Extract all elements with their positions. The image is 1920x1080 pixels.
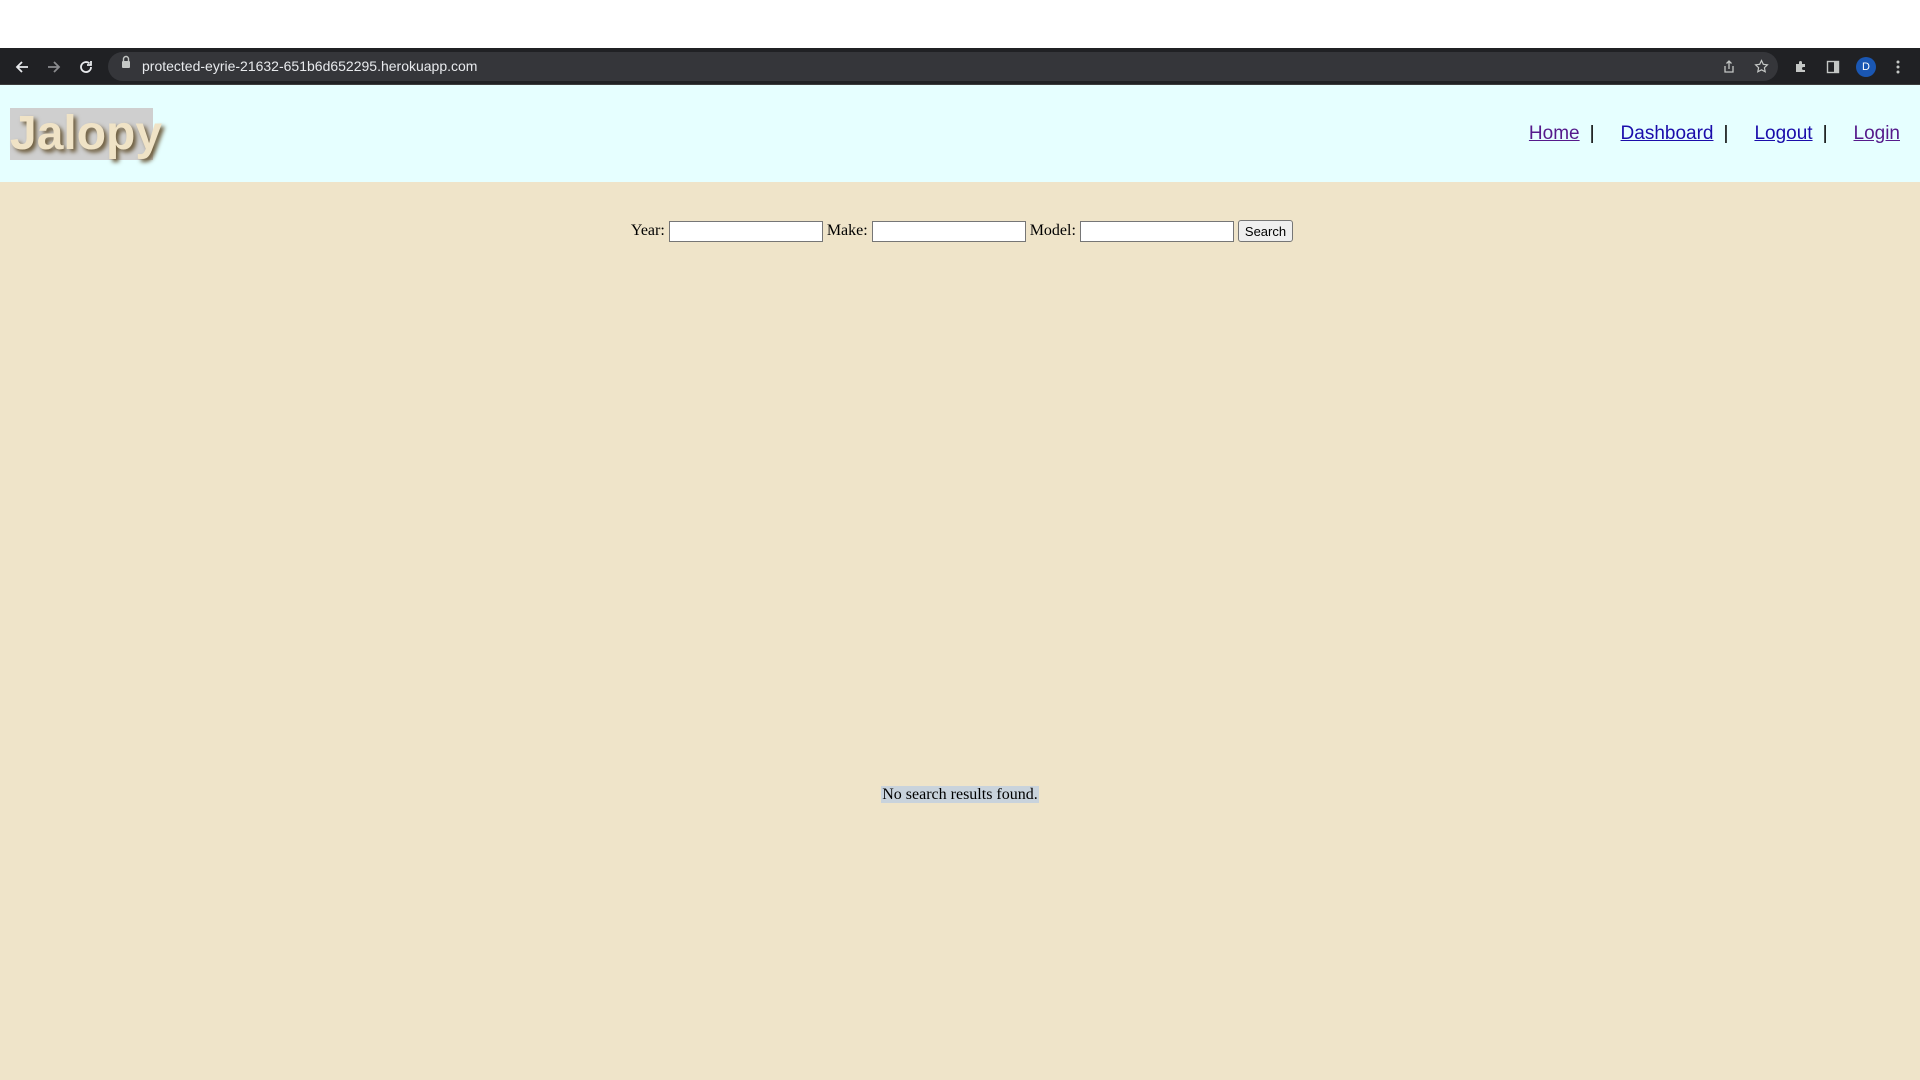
vehicle-search-form: Year: Make: Model: Search xyxy=(0,220,1920,242)
make-label: Make: xyxy=(826,222,868,239)
model-label: Model: xyxy=(1029,222,1076,239)
profile-initial: D xyxy=(1856,56,1876,77)
year-label: Year: xyxy=(630,222,665,239)
side-panel-icon[interactable] xyxy=(1824,48,1842,85)
nav-separator: | xyxy=(1723,122,1729,144)
reload-icon[interactable] xyxy=(74,48,98,85)
kebab-menu-icon[interactable] xyxy=(1890,48,1906,85)
url-text[interactable]: protected-eyrie-21632-651b6d652295.herok… xyxy=(142,48,477,85)
nav-separator: | xyxy=(1822,122,1828,144)
site-logo[interactable]: Jalopy xyxy=(10,108,162,160)
main-content: Year: Make: Model: Search No search resu… xyxy=(0,182,1920,1080)
lock-icon[interactable] xyxy=(120,55,132,69)
nav-separator: | xyxy=(1589,122,1595,144)
make-input[interactable] xyxy=(871,220,1026,242)
no-results-message: No search results found. xyxy=(881,786,1039,803)
forward-arrow-icon[interactable] xyxy=(42,48,66,85)
no-results-container: No search results found. xyxy=(0,786,1920,804)
nav-link-logout[interactable]: Logout xyxy=(1754,123,1812,145)
extensions-puzzle-icon[interactable] xyxy=(1792,48,1810,85)
nav-link-dashboard[interactable]: Dashboard xyxy=(1621,123,1714,145)
year-input[interactable] xyxy=(668,220,823,242)
screen-top-area xyxy=(0,0,1920,48)
nav-link-home[interactable]: Home xyxy=(1529,123,1580,145)
back-arrow-icon[interactable] xyxy=(10,48,34,85)
bookmark-star-icon[interactable] xyxy=(1752,48,1770,85)
site-nav: Home | Dashboard | Logout | Login xyxy=(1529,85,1900,182)
site-header: Jalopy Home | Dashboard | Logout | Login xyxy=(0,85,1920,182)
search-button[interactable]: Search xyxy=(1237,220,1294,242)
model-input[interactable] xyxy=(1079,220,1234,242)
share-icon[interactable] xyxy=(1720,48,1738,85)
profile-avatar[interactable]: D xyxy=(1855,48,1877,85)
nav-link-login[interactable]: Login xyxy=(1854,123,1901,145)
